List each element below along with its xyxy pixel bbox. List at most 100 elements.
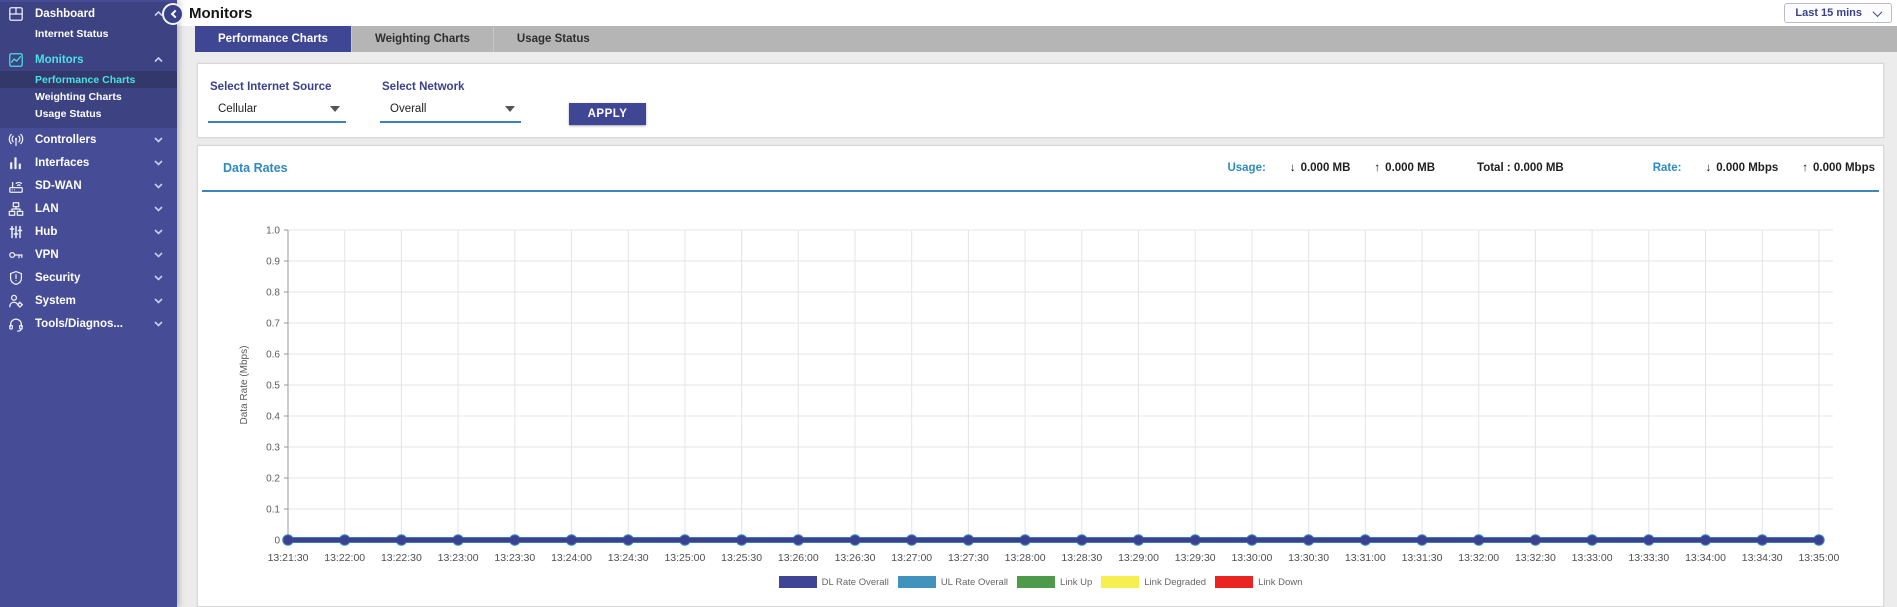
svg-text:13:35:00: 13:35:00 bbox=[1798, 552, 1839, 564]
svg-text:13:24:00: 13:24:00 bbox=[551, 552, 592, 564]
tab-bar-filler bbox=[613, 26, 1897, 52]
svg-text:0.8: 0.8 bbox=[266, 288, 280, 299]
legend-label: DL Rate Overall bbox=[822, 577, 889, 588]
sidebar: Dashboard Internet Status Monitors Perfo… bbox=[0, 0, 177, 607]
up-arrow-icon: ↑ bbox=[1802, 162, 1808, 174]
legend-label: UL Rate Overall bbox=[941, 577, 1008, 588]
sidebar-collapse-button[interactable] bbox=[162, 3, 184, 25]
sidebar-item-dashboard[interactable]: Dashboard bbox=[0, 2, 177, 25]
main-area: Monitors Last 15 mins Performance Charts… bbox=[177, 0, 1897, 607]
sidebar-item-interfaces[interactable]: Interfaces bbox=[0, 151, 177, 174]
rate-label: Rate: bbox=[1653, 162, 1682, 174]
chart-legend: DL Rate OverallUL Rate OverallLink UpLin… bbox=[198, 576, 1883, 588]
tab-usage-status[interactable]: Usage Status bbox=[493, 26, 613, 52]
internet-source-select[interactable]: Cellular bbox=[208, 101, 346, 123]
sidebar-item-monitors[interactable]: Monitors bbox=[0, 48, 177, 71]
svg-text:0.7: 0.7 bbox=[266, 319, 280, 330]
svg-text:0.6: 0.6 bbox=[266, 350, 280, 361]
svg-text:1.0: 1.0 bbox=[266, 226, 280, 237]
legend-swatch bbox=[1101, 576, 1139, 588]
sidebar-item-sdwan[interactable]: SD-WAN bbox=[0, 174, 177, 197]
svg-text:13:30:00: 13:30:00 bbox=[1231, 552, 1272, 564]
interfaces-icon bbox=[8, 155, 24, 171]
svg-text:13:26:00: 13:26:00 bbox=[778, 552, 819, 564]
down-arrow-icon: ↓ bbox=[1290, 162, 1296, 174]
sidebar-item-weighting-charts[interactable]: Weighting Charts bbox=[0, 88, 177, 105]
svg-text:13:33:30: 13:33:30 bbox=[1628, 552, 1669, 564]
top-header: Monitors Last 15 mins bbox=[177, 0, 1897, 26]
vpn-key-icon bbox=[8, 247, 24, 263]
svg-text:Data Rate (Mbps): Data Rate (Mbps) bbox=[239, 346, 250, 425]
svg-text:0.9: 0.9 bbox=[266, 257, 280, 268]
svg-text:13:32:00: 13:32:00 bbox=[1458, 552, 1499, 564]
svg-text:0: 0 bbox=[274, 536, 280, 547]
panel-title: Data Rates bbox=[223, 161, 288, 175]
network-value: Overall bbox=[390, 103, 426, 115]
svg-text:13:26:30: 13:26:30 bbox=[835, 552, 876, 564]
tools-headset-icon bbox=[8, 316, 24, 332]
sidebar-group-monitors: Monitors Performance Charts Weighting Ch… bbox=[0, 48, 177, 128]
svg-text:13:24:30: 13:24:30 bbox=[608, 552, 649, 564]
svg-text:13:32:30: 13:32:30 bbox=[1515, 552, 1556, 564]
sidebar-item-tools-diagnostics[interactable]: Tools/Diagnos... bbox=[0, 312, 177, 335]
network-label: Select Network bbox=[380, 81, 521, 93]
dashboard-icon bbox=[8, 6, 24, 22]
svg-text:13:22:30: 13:22:30 bbox=[381, 552, 422, 564]
sidebar-item-system[interactable]: System bbox=[0, 289, 177, 312]
network-select[interactable]: Overall bbox=[380, 101, 521, 123]
chevron-down-icon bbox=[154, 274, 163, 281]
sidebar-item-lan[interactable]: LAN bbox=[0, 197, 177, 220]
system-user-gear-icon bbox=[8, 293, 24, 309]
chevron-down-icon bbox=[154, 297, 163, 304]
chevron-down-icon bbox=[154, 205, 163, 212]
svg-text:13:21:30: 13:21:30 bbox=[268, 552, 309, 564]
svg-text:13:31:30: 13:31:30 bbox=[1402, 552, 1443, 564]
tab-performance-charts[interactable]: Performance Charts bbox=[195, 26, 351, 52]
apply-button[interactable]: APPLY bbox=[569, 103, 646, 125]
svg-text:0.3: 0.3 bbox=[266, 443, 280, 454]
svg-text:13:25:30: 13:25:30 bbox=[721, 552, 762, 564]
svg-text:13:28:00: 13:28:00 bbox=[1005, 552, 1046, 564]
chevron-down-icon bbox=[154, 182, 163, 189]
chevron-left-icon bbox=[170, 10, 178, 18]
down-arrow-icon: ↓ bbox=[1706, 162, 1712, 174]
sidebar-item-hub[interactable]: Hub bbox=[0, 220, 177, 243]
stats-row: Usage: ↓ 0.000 MB ↑ 0.000 MB Total : 0.0… bbox=[1227, 162, 1875, 174]
sidebar-item-usage-status[interactable]: Usage Status bbox=[0, 105, 177, 122]
legend-swatch bbox=[1017, 576, 1055, 588]
time-range-dropdown[interactable]: Last 15 mins bbox=[1784, 3, 1892, 23]
page-title: Monitors bbox=[189, 5, 252, 22]
legend-swatch bbox=[898, 576, 936, 588]
tab-weighting-charts[interactable]: Weighting Charts bbox=[351, 26, 493, 52]
internet-source-label: Select Internet Source bbox=[208, 81, 346, 93]
svg-text:13:29:30: 13:29:30 bbox=[1175, 552, 1216, 564]
rate-upload-stat: ↑ 0.000 Mbps bbox=[1802, 162, 1875, 174]
content-area: Select Internet Source Cellular Select N… bbox=[177, 52, 1897, 607]
chevron-down-icon bbox=[154, 251, 163, 258]
usage-total-stat: Total : 0.000 MB bbox=[1477, 162, 1564, 174]
data-rates-chart: 00.10.20.30.40.50.60.70.80.91.013:21:301… bbox=[198, 193, 1881, 565]
sidebar-item-controllers[interactable]: Controllers bbox=[0, 128, 177, 151]
svg-text:0.4: 0.4 bbox=[266, 412, 280, 423]
data-rates-panel: Data Rates Usage: ↓ 0.000 MB ↑ 0.000 MB … bbox=[197, 145, 1884, 607]
sidebar-item-performance-charts[interactable]: Performance Charts bbox=[0, 71, 177, 88]
legend-swatch bbox=[779, 576, 817, 588]
usage-download-stat: ↓ 0.000 MB bbox=[1290, 162, 1351, 174]
legend-label: Link Degraded bbox=[1144, 577, 1206, 588]
sidebar-item-security[interactable]: Security bbox=[0, 266, 177, 289]
lan-icon bbox=[8, 201, 24, 217]
sidebar-item-vpn[interactable]: VPN bbox=[0, 243, 177, 266]
legend-item: DL Rate Overall bbox=[779, 576, 889, 588]
chevron-down-icon bbox=[154, 228, 163, 235]
security-shield-icon bbox=[8, 270, 24, 286]
chevron-up-icon bbox=[154, 56, 163, 63]
sidebar-item-label: Monitors bbox=[35, 54, 84, 66]
monitors-icon bbox=[8, 52, 24, 68]
usage-label: Usage: bbox=[1227, 162, 1265, 174]
controllers-icon bbox=[8, 132, 24, 148]
chart-area: 00.10.20.30.40.50.60.70.80.91.013:21:301… bbox=[198, 192, 1883, 588]
sidebar-item-label: Dashboard bbox=[35, 8, 95, 20]
legend-item: UL Rate Overall bbox=[898, 576, 1008, 588]
chevron-down-icon bbox=[154, 159, 163, 166]
sidebar-item-internet-status[interactable]: Internet Status bbox=[0, 25, 177, 42]
